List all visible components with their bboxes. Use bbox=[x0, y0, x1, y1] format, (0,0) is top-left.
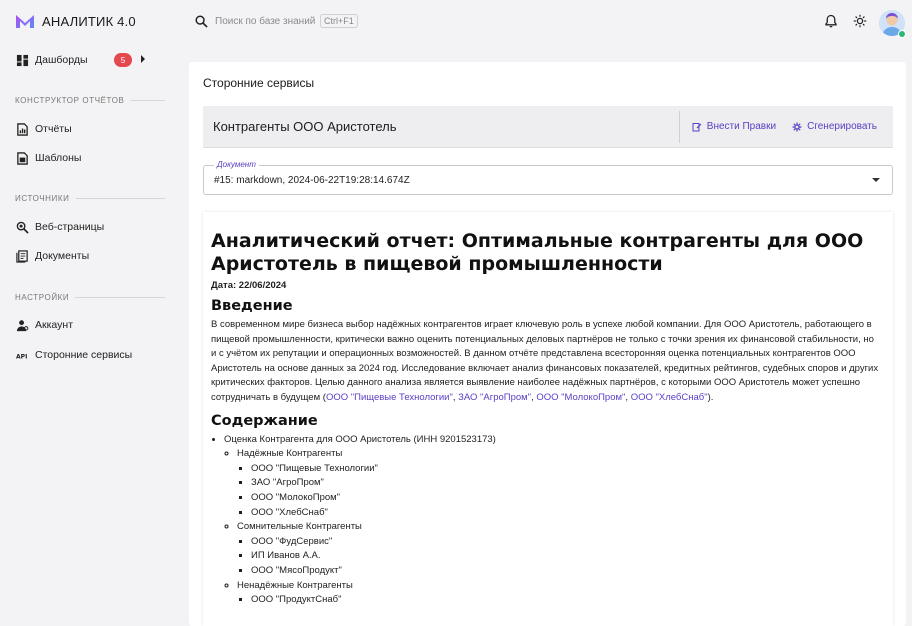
section-header-builder: КОНСТРУКТОР ОТЧЁТОВ bbox=[15, 96, 165, 105]
intro-text: В современном мире бизнеса выбор надёжны… bbox=[211, 319, 879, 403]
section-title: КОНСТРУКТОР ОТЧЁТОВ bbox=[15, 96, 125, 105]
link-food-tech[interactable]: ООО "Пищевые Технологии" bbox=[326, 392, 453, 403]
document-header: Контрагенты ООО Аристотель Внести Правки… bbox=[203, 106, 893, 148]
search-input[interactable] bbox=[215, 15, 318, 27]
template-icon bbox=[15, 151, 29, 165]
group-label: Надёжные Контрагенты bbox=[237, 448, 343, 460]
toc-sublist: Надёжные Контрагенты ООО "Пищевые Технол… bbox=[224, 447, 881, 608]
section-title: ИСТОЧНИКИ bbox=[15, 194, 70, 203]
list-item: ООО "Пищевые Технологии" bbox=[251, 462, 881, 477]
divider bbox=[75, 297, 165, 298]
sidebar-item-webpages[interactable]: Веб-страницы bbox=[15, 217, 165, 237]
list-item: Ненадёжные Контрагенты ООО "ПродуктСнаб" bbox=[237, 579, 881, 608]
intro-paragraph: В современном мире бизнеса выбор надёжны… bbox=[211, 319, 879, 403]
divider bbox=[678, 110, 680, 143]
page-title: Сторонние сервисы bbox=[203, 76, 315, 90]
sidebar-item-label: Отчёты bbox=[35, 123, 72, 135]
sidebar-item-documents[interactable]: Документы bbox=[15, 246, 165, 266]
sidebar-item-label: Сторонние сервисы bbox=[35, 349, 133, 361]
edit-button-label: Внести Правки bbox=[706, 121, 777, 132]
toc-sublist: ООО "ФудСервис" ИП Иванов А.А. ООО "Мясо… bbox=[237, 535, 881, 579]
group-label: Ненадёжные Контрагенты bbox=[237, 579, 353, 591]
list-item: Сомнительные Контрагенты ООО "ФудСервис"… bbox=[237, 520, 881, 578]
intro-heading: Введение bbox=[211, 298, 293, 314]
dropdown-caret-icon[interactable] bbox=[872, 178, 880, 182]
app-name: АНАЛИТИК 4.0 bbox=[42, 13, 136, 29]
list-item: ООО "МолокоПром" bbox=[251, 491, 881, 506]
divider bbox=[130, 100, 165, 101]
theme-toggle-icon[interactable] bbox=[852, 13, 868, 29]
report-date: Дата: 22/06/2024 bbox=[211, 280, 287, 291]
document-icon bbox=[15, 249, 29, 263]
search-bar[interactable]: Ctrl+F1 bbox=[195, 14, 358, 28]
section-title: НАСТРОЙКИ bbox=[15, 293, 70, 302]
web-search-icon bbox=[15, 220, 29, 234]
brand[interactable]: АНАЛИТИК 4.0 bbox=[15, 13, 136, 29]
report-title: Аналитический отчет: Оптимальные контраг… bbox=[211, 230, 864, 275]
sidebar-item-services[interactable]: API Сторонние сервисы bbox=[15, 345, 165, 365]
sidebar-item-reports[interactable]: Отчёты bbox=[15, 119, 165, 139]
group-label: Сомнительные Контрагенты bbox=[237, 521, 362, 533]
select-label: Документ bbox=[214, 160, 259, 169]
dashboard-grid-icon bbox=[15, 53, 29, 67]
account-icon bbox=[15, 318, 29, 332]
report-icon bbox=[15, 122, 29, 136]
sidebar: АНАЛИТИК 4.0 Дашборды 5 КОНСТРУКТОР ОТЧЁ… bbox=[0, 0, 180, 626]
sidebar-item-label: Аккаунт bbox=[35, 319, 74, 331]
toc-heading: Содержание bbox=[211, 412, 318, 429]
divider bbox=[75, 198, 165, 199]
list-item: ООО "ПродуктСнаб" bbox=[251, 593, 881, 608]
toc-sublist: ООО "Пищевые Технологии" ЗАО "АгроПром" … bbox=[237, 462, 881, 520]
list-item: Оценка Контрагента для ООО Аристотель (И… bbox=[224, 433, 881, 608]
logo-icon bbox=[16, 15, 34, 28]
toc-root-label: Оценка Контрагента для ООО Аристотель (И… bbox=[224, 433, 496, 445]
section-header-sources: ИСТОЧНИКИ bbox=[15, 194, 165, 203]
bell-icon[interactable] bbox=[823, 13, 839, 29]
main-panel: Сторонние сервисы Контрагенты ООО Аристо… bbox=[189, 62, 906, 626]
sidebar-item-label: Веб-страницы bbox=[35, 221, 105, 233]
intro-end: ). bbox=[707, 391, 714, 403]
list-item: ООО "ХлебСнаб" bbox=[251, 506, 881, 521]
svg-text:API: API bbox=[16, 353, 27, 360]
sidebar-item-label: Документы bbox=[35, 250, 90, 262]
document-select[interactable]: Документ #15: markdown, 2024-06-22T19:28… bbox=[203, 160, 893, 195]
document-header-title: Контрагенты ООО Аристотель bbox=[213, 119, 397, 134]
link-molokoprom[interactable]: ООО "МолокоПром" bbox=[536, 392, 625, 403]
api-icon: API bbox=[15, 348, 29, 362]
generate-button-label: Сгенерировать bbox=[807, 121, 877, 132]
sidebar-item-templates[interactable]: Шаблоны bbox=[15, 148, 165, 168]
shortcut-hint: Ctrl+F1 bbox=[320, 14, 358, 28]
sidebar-item-account[interactable]: Аккаунт bbox=[15, 315, 165, 335]
list-item: ООО "ФудСервис" bbox=[251, 535, 881, 550]
search-icon bbox=[195, 14, 208, 28]
toc-list: Оценка Контрагента для ООО Аристотель (И… bbox=[211, 433, 881, 608]
online-status-indicator bbox=[898, 30, 906, 38]
link-khlebsnab[interactable]: ООО "ХлебСнаб" bbox=[631, 392, 708, 403]
list-item: ИП Иванов А.А. bbox=[251, 549, 881, 564]
notification-badge: 5 bbox=[114, 53, 132, 67]
list-item: ООО "МясоПродукт" bbox=[251, 564, 881, 579]
document-content: Аналитический отчет: Оптимальные контраг… bbox=[203, 212, 893, 626]
sidebar-item-label: Дашборды bbox=[35, 54, 88, 66]
toc-sublist: ООО "ПродуктСнаб" bbox=[237, 593, 881, 608]
link-agroprom[interactable]: ЗАО "АгроПром" bbox=[458, 392, 531, 403]
caret-right-icon[interactable] bbox=[141, 55, 145, 63]
edit-button[interactable]: Внести Правки bbox=[692, 121, 776, 132]
section-header-settings: НАСТРОЙКИ bbox=[15, 293, 165, 302]
sidebar-item-dashboards[interactable]: Дашборды 5 bbox=[15, 50, 165, 70]
list-item: ЗАО "АгроПром" bbox=[251, 476, 881, 491]
edit-icon bbox=[692, 122, 702, 131]
sidebar-item-label: Шаблоны bbox=[35, 152, 82, 164]
list-item: Надёжные Контрагенты ООО "Пищевые Технол… bbox=[237, 447, 881, 520]
gear-icon bbox=[792, 122, 802, 131]
generate-button[interactable]: Сгенерировать bbox=[792, 121, 877, 132]
select-value: #15: markdown, 2024-06-22T19:28:14.674Z bbox=[214, 175, 410, 186]
